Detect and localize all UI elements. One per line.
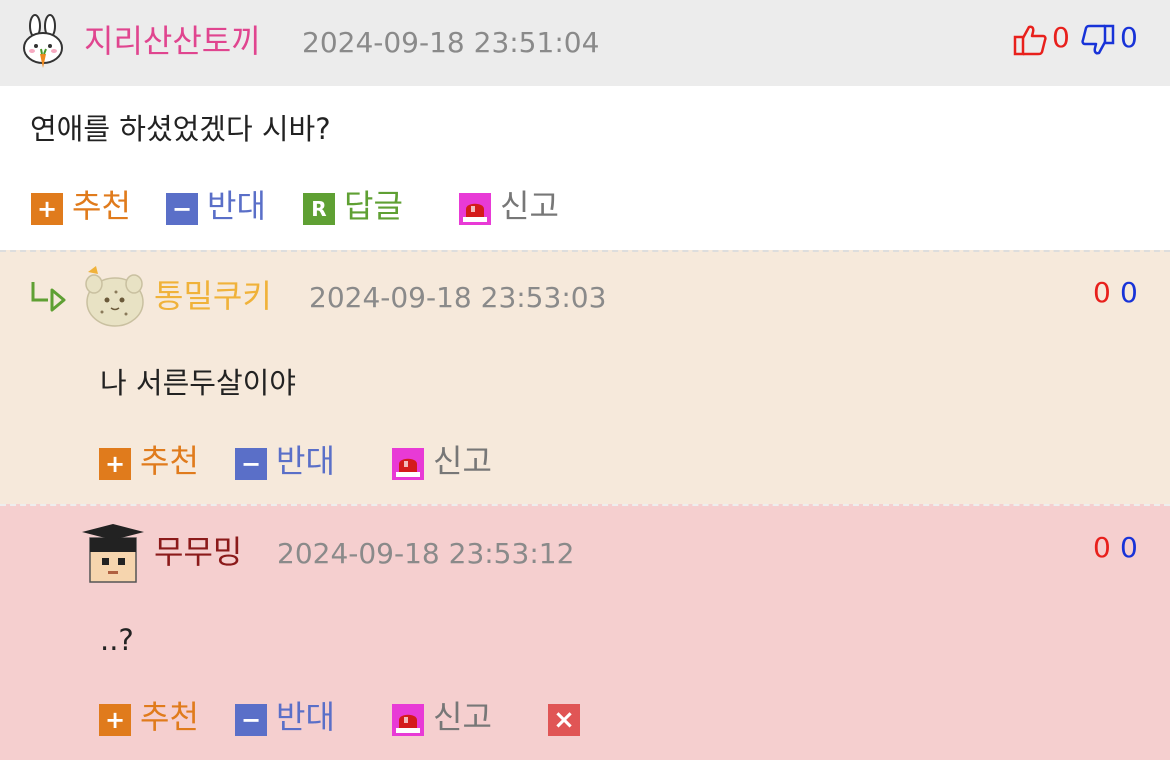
comment-author[interactable]: 지리산산토끼: [84, 21, 261, 61]
upvote-count: 0: [1052, 21, 1070, 54]
avatar-graduate-icon: [82, 524, 144, 583]
reply-timestamp: 2024-09-18 23:53:12: [277, 537, 575, 570]
reply-author[interactable]: 통밀쿠키: [154, 276, 272, 316]
oppose-icon[interactable]: −: [235, 704, 267, 736]
oppose-icon[interactable]: −: [235, 448, 267, 480]
comment-body: 연애를 하셨었겠다 시바? + 추천 − 반대 R 답글 신고: [0, 86, 1170, 250]
oppose-button[interactable]: 반대: [207, 186, 266, 226]
siren-icon[interactable]: [392, 704, 424, 736]
reply-icon[interactable]: R: [303, 193, 335, 225]
reply-content: ..?: [100, 623, 134, 657]
reply-comment: 무무밍 2024-09-18 23:53:12 0 0 ..? + 추천 − 반…: [0, 504, 1170, 760]
downvote-count: 0: [1120, 276, 1138, 309]
reply-button[interactable]: 답글: [344, 186, 403, 226]
recommend-button[interactable]: 추천: [72, 186, 131, 226]
oppose-button[interactable]: 반대: [276, 697, 335, 737]
oppose-button[interactable]: 반대: [276, 441, 335, 481]
upvote-count: 0: [1093, 276, 1111, 309]
report-button[interactable]: 신고: [433, 697, 492, 737]
comment-header: 지리산산토끼 2024-09-18 23:51:04 0 0: [0, 0, 1170, 86]
avatar-cookie-icon: [85, 266, 144, 327]
recommend-button[interactable]: 추천: [140, 697, 199, 737]
thumbs-up-icon[interactable]: [1013, 24, 1047, 56]
reply-comment: 통밀쿠키 2024-09-18 23:53:03 0 0 나 서른두살이야 + …: [0, 250, 1170, 506]
recommend-button[interactable]: 추천: [140, 441, 199, 481]
recommend-icon[interactable]: +: [99, 448, 131, 480]
delete-button[interactable]: ×: [548, 704, 580, 736]
reply-timestamp: 2024-09-18 23:53:03: [309, 281, 607, 314]
reply-arrow-icon: [31, 282, 66, 312]
recommend-icon[interactable]: +: [99, 704, 131, 736]
comment-timestamp: 2024-09-18 23:51:04: [302, 26, 600, 59]
siren-icon[interactable]: [459, 193, 491, 225]
reply-author[interactable]: 무무밍: [154, 532, 242, 572]
report-button[interactable]: 신고: [433, 441, 492, 481]
comment-content: 연애를 하셨었겠다 시바?: [30, 112, 331, 146]
report-button[interactable]: 신고: [500, 186, 559, 226]
downvote-count: 0: [1120, 21, 1138, 54]
avatar-bunny-icon: [23, 14, 63, 68]
recommend-icon[interactable]: +: [31, 193, 63, 225]
oppose-icon[interactable]: −: [166, 193, 198, 225]
siren-icon[interactable]: [392, 448, 424, 480]
thumbs-down-icon[interactable]: [1081, 24, 1115, 56]
reply-content: 나 서른두살이야: [100, 366, 296, 400]
downvote-count: 0: [1120, 531, 1138, 564]
upvote-count: 0: [1093, 531, 1111, 564]
